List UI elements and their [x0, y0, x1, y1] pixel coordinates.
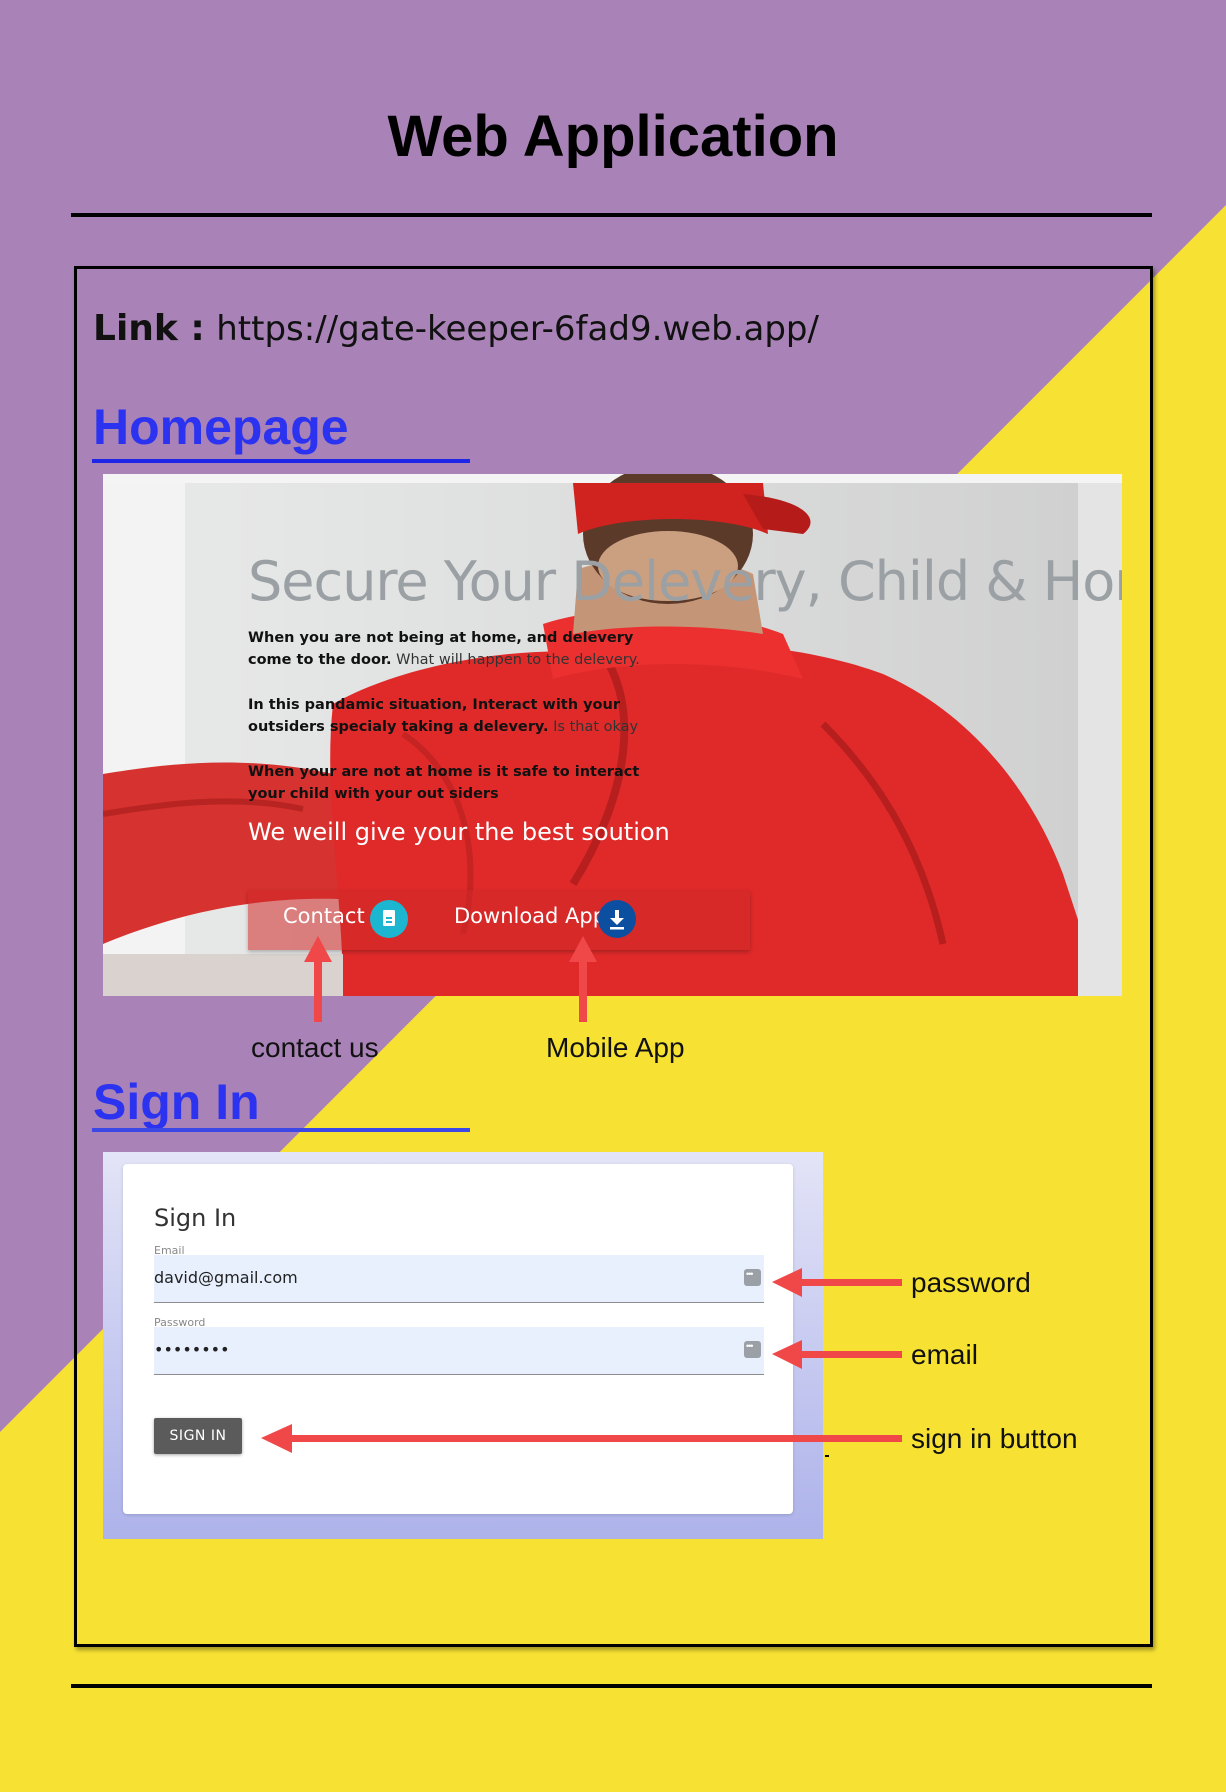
- signin-card: Sign In Email david@gmail.com Password •…: [123, 1164, 793, 1514]
- password-field[interactable]: ••••••••: [154, 1327, 764, 1375]
- annotation-mobile-app: Mobile App: [546, 1032, 685, 1063]
- hero-title: Secure Your Delevery, Child & Home: [248, 550, 1122, 613]
- annotation-password: password: [911, 1267, 1031, 1298]
- password-value: ••••••••: [154, 1340, 230, 1359]
- homepage-heading-underline: [92, 459, 470, 463]
- download-icon[interactable]: [598, 900, 636, 938]
- page-title: Web Application: [387, 104, 839, 169]
- autofill-key-icon[interactable]: [744, 1341, 761, 1358]
- hero-paragraph-1: When you are not being at home, and dele…: [248, 630, 640, 668]
- email-field[interactable]: david@gmail.com: [154, 1255, 764, 1303]
- signin-screenshot: Sign In Email david@gmail.com Password •…: [103, 1152, 823, 1539]
- link-label: Link :: [93, 308, 205, 349]
- contact-doc-icon[interactable]: [370, 900, 408, 938]
- autofill-key-icon[interactable]: [744, 1269, 761, 1286]
- hero-button-bar: Contact Download App: [248, 890, 750, 950]
- app-link[interactable]: https://gate-keeper-6fad9.web.app/: [216, 309, 819, 349]
- link-line: Link : https://gate-keeper-6fad9.web.app…: [93, 308, 819, 349]
- hero-paragraph-2: In this pandamic situation, Interact wit…: [248, 697, 639, 735]
- hero-paragraph-3: When your are not at home is it safe to …: [248, 764, 640, 802]
- annotation-contact-us: contact us: [251, 1032, 379, 1063]
- download-app-label: Download App: [454, 904, 607, 928]
- download-app-button[interactable]: Download App: [454, 904, 606, 928]
- annotation-email: email: [911, 1339, 978, 1370]
- signin-heading-underline: [92, 1128, 470, 1132]
- homepage-screenshot: Secure Your Delevery, Child & Home When …: [103, 474, 1122, 996]
- signin-title: Sign In: [154, 1204, 237, 1232]
- sign-in-button[interactable]: SIGN IN: [154, 1418, 242, 1454]
- divider-top: [71, 213, 1152, 217]
- homepage-heading: Homepage: [93, 399, 349, 455]
- signin-heading: Sign In: [93, 1074, 260, 1130]
- contact-button[interactable]: Contact: [283, 904, 365, 928]
- hero-tagline: We weill give your the best soution: [248, 818, 670, 846]
- contact-button-label: Contact: [283, 904, 365, 928]
- divider-bottom: [71, 1684, 1152, 1688]
- email-value: david@gmail.com: [154, 1268, 298, 1287]
- annotation-sign-in-button: sign in button: [911, 1423, 1078, 1454]
